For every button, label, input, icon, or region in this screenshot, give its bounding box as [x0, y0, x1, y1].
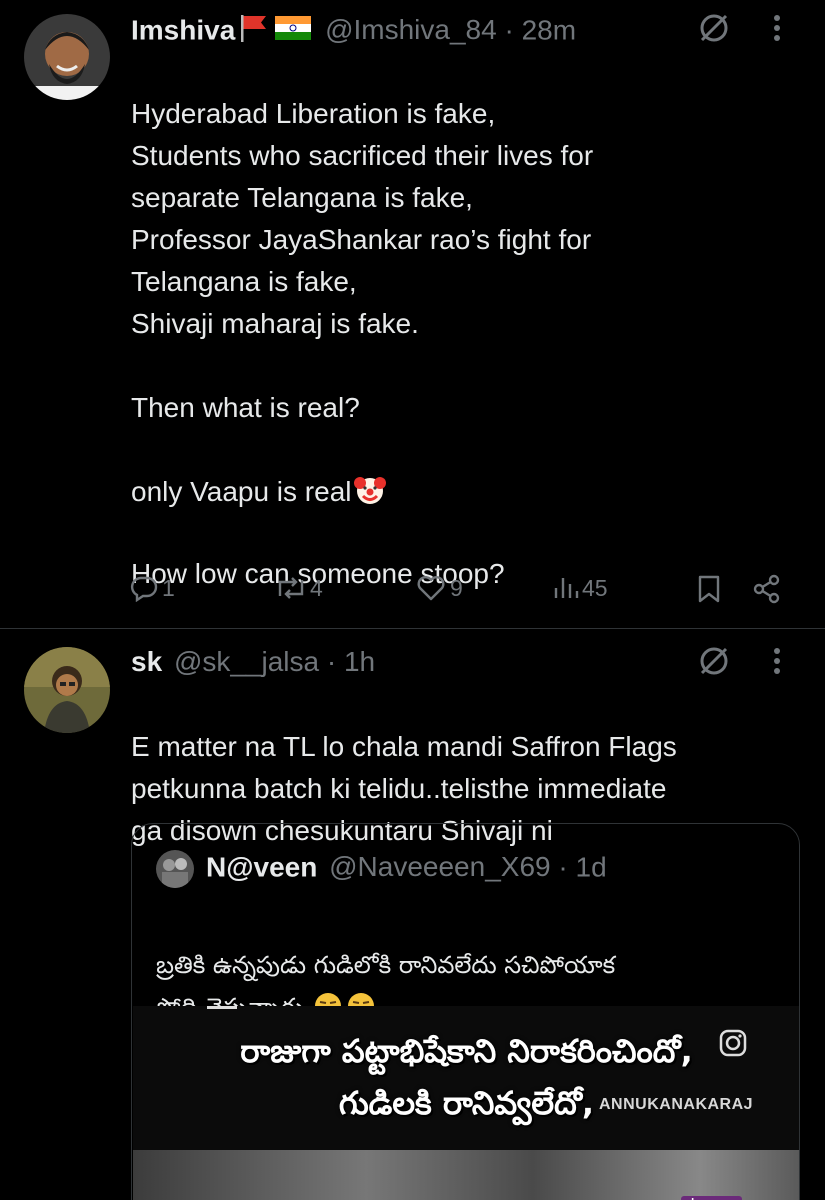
reply-button[interactable]: 1 — [130, 574, 175, 602]
quoted-media[interactable]: రాజుగా పట్టాభిషేకాని నిరాకరించిందో, గుడి… — [133, 1006, 799, 1200]
media-caption-line1: రాజుగా పట్టాభిషేకాని నిరాకరించిందో, — [240, 1032, 693, 1070]
quoted-avatar — [156, 850, 194, 888]
display-name[interactable]: sk — [131, 646, 162, 677]
tweet-text: Hyderabad Liberation is fake, Students w… — [131, 98, 594, 507]
heart-icon — [416, 574, 446, 602]
separator: · — [326, 646, 337, 677]
retweet-count: 4 — [310, 574, 323, 601]
channel-logo: shemaroo — [681, 1196, 742, 1200]
media-scene — [133, 1150, 799, 1200]
quoted-tweet-header: N@veen @Naveeeen_X69 · 1d — [156, 850, 607, 888]
like-count: 9 — [450, 574, 463, 601]
quoted-tweet-card[interactable]: N@veen @Naveeeen_X69 · 1d బ్రతికి ఉన్నపు… — [131, 823, 800, 1200]
quoted-handle: @Naveeeen_X69 — [329, 851, 551, 883]
views-icon — [552, 574, 580, 602]
more-options-icon[interactable] — [772, 12, 782, 49]
separator: · — [558, 851, 568, 883]
tweet-top-actions — [698, 645, 782, 682]
tweet-header: Imshiva @Imshiva_84 · 28m — [131, 13, 576, 51]
action-bar: 1 4 9 45 — [130, 570, 790, 610]
views-button[interactable]: 45 — [552, 574, 608, 602]
separator: · — [504, 14, 514, 46]
retweet-button[interactable]: 4 — [274, 574, 323, 602]
quoted-timestamp: 1d — [575, 851, 607, 883]
tweet-header: sk @sk__jalsa · 1h — [131, 645, 375, 679]
video-progress-mark — [207, 1006, 237, 1009]
tweet-top-actions — [698, 12, 782, 49]
tweet-body: Hyderabad Liberation is fake, Students w… — [131, 51, 593, 519]
handle[interactable]: @sk__jalsa — [174, 646, 319, 677]
quoted-display-name: N@veen — [206, 851, 318, 883]
avatar[interactable] — [24, 14, 110, 100]
view-count: 45 — [582, 574, 608, 601]
retweet-icon — [274, 574, 308, 602]
more-options-icon[interactable] — [772, 645, 782, 682]
like-button[interactable]: 9 — [416, 574, 463, 602]
reply-count: 1 — [162, 574, 175, 601]
india-flag-icon — [275, 15, 312, 49]
timestamp[interactable]: 28m — [522, 14, 576, 45]
instagram-icon — [718, 1028, 748, 1063]
grok-icon[interactable] — [698, 12, 730, 49]
reply-icon — [130, 574, 158, 602]
timestamp[interactable]: 1h — [344, 646, 375, 677]
watermark-handle: ANNUKANAKARAJ — [599, 1096, 754, 1113]
share-icon — [752, 574, 782, 604]
bookmark-button[interactable] — [696, 574, 722, 604]
red-flag-icon — [237, 13, 269, 51]
avatar[interactable] — [24, 647, 110, 733]
bookmark-icon — [696, 574, 722, 604]
handle[interactable]: @Imshiva_84 — [325, 14, 497, 45]
display-name[interactable]: Imshiva — [131, 14, 235, 45]
share-button[interactable] — [752, 574, 782, 604]
grok-icon[interactable] — [698, 645, 730, 682]
tweet-imshiva[interactable]: Imshiva @Imshiva_84 · 28m Hyderabad Libe… — [0, 0, 825, 628]
